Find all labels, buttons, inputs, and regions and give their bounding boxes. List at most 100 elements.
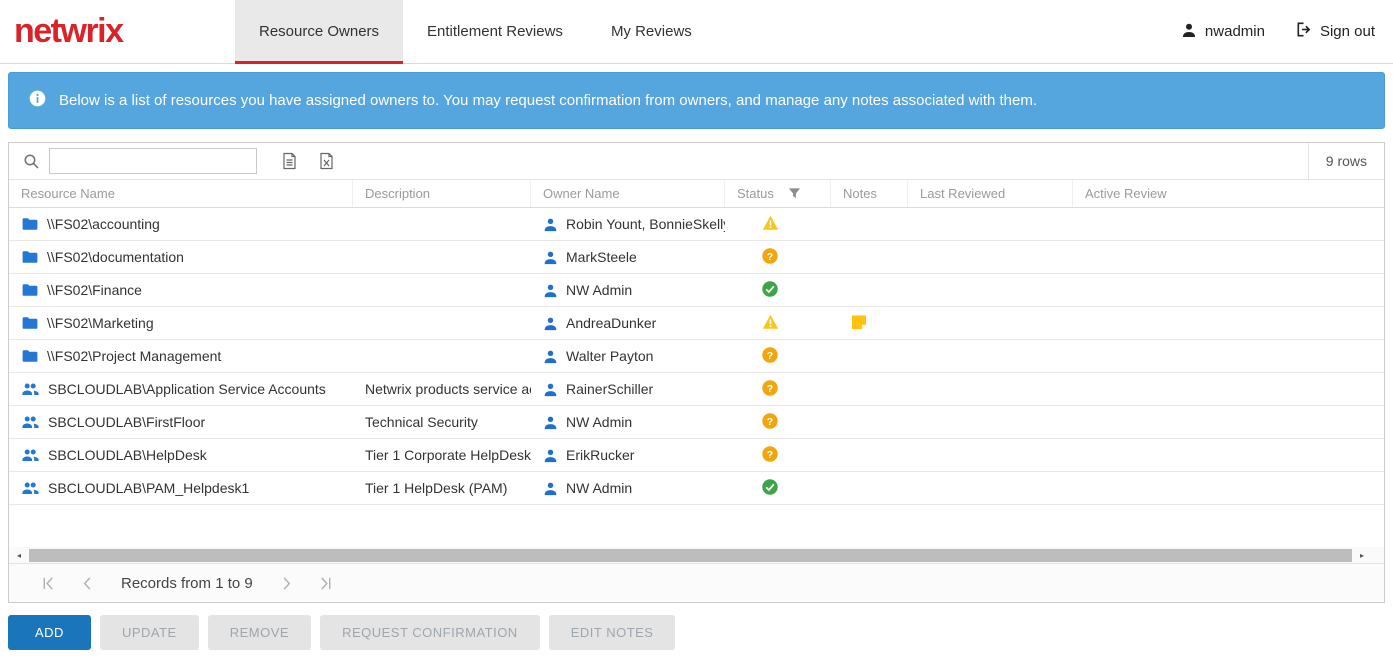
scrollbar-thumb[interactable]	[29, 548, 1352, 562]
owner-name: MarkSteele	[566, 249, 637, 265]
column-label: Resource Name	[21, 186, 115, 201]
resource-description	[353, 340, 531, 372]
grid-toolbar: 9 rows	[9, 143, 1384, 180]
resource-description	[353, 208, 531, 240]
column-header-resource-name[interactable]: Resource Name	[9, 180, 353, 207]
column-header-description[interactable]: Description	[353, 180, 531, 207]
resource-name: SBCLOUDLAB\PAM_Helpdesk1	[48, 480, 250, 496]
column-label: Active Review	[1085, 186, 1167, 201]
column-header-status[interactable]: Status	[725, 180, 831, 207]
update-button[interactable]: UPDATE	[99, 615, 199, 650]
status-check-icon	[762, 478, 778, 498]
group-icon	[22, 480, 39, 496]
table-header-row: Resource Name Description Owner Name Sta…	[9, 180, 1384, 208]
owner-name: ErikRucker	[566, 447, 635, 463]
person-icon	[543, 217, 558, 232]
resource-name: \\FS02\Marketing	[47, 315, 154, 331]
table-row[interactable]: SBCLOUDLAB\Application Service Accounts N…	[9, 373, 1384, 406]
folder-icon	[22, 282, 38, 298]
table-row[interactable]: \\FS02\Project Management Walter Payton?	[9, 340, 1384, 373]
add-button[interactable]: ADD	[8, 615, 91, 650]
column-label: Description	[365, 186, 431, 201]
sign-out-button[interactable]: Sign out	[1295, 21, 1375, 42]
person-icon	[543, 250, 558, 265]
table-row[interactable]: SBCLOUDLAB\PAM_Helpdesk1 Tier 1 HelpDesk …	[9, 472, 1384, 505]
active-review	[1073, 307, 1384, 339]
active-review	[1073, 439, 1384, 471]
edit-notes-button[interactable]: EDIT NOTES	[548, 615, 676, 650]
sign-out-icon	[1295, 21, 1312, 42]
remove-button[interactable]: REMOVE	[207, 615, 312, 650]
username: nwadmin	[1204, 23, 1265, 40]
status-check-icon	[762, 280, 778, 300]
status-question-icon: ?	[762, 346, 778, 366]
active-review	[1073, 373, 1384, 405]
resource-description: Netwrix products service acc	[365, 381, 531, 397]
active-review	[1073, 241, 1384, 273]
scroll-right-arrow-icon[interactable]: ▸	[1354, 547, 1370, 564]
owner-name: Walter Payton	[566, 348, 654, 364]
first-page-button[interactable]	[29, 576, 68, 591]
last-reviewed	[908, 439, 1073, 471]
tab-entitlement-reviews[interactable]: Entitlement Reviews	[403, 0, 587, 63]
scroll-left-arrow-icon[interactable]: ◂	[11, 547, 27, 564]
tab-resource-owners[interactable]: Resource Owners	[235, 0, 404, 64]
svg-text:?: ?	[767, 382, 773, 394]
table-row[interactable]: \\FS02\Finance NW Admin	[9, 274, 1384, 307]
tab-label: My Reviews	[610, 23, 692, 40]
status-question-icon: ?	[762, 247, 778, 267]
user-menu[interactable]: nwadmin	[1181, 22, 1265, 42]
request-confirmation-button[interactable]: REQUEST CONFIRMATION	[320, 615, 540, 650]
last-reviewed	[908, 274, 1073, 306]
grid-panel: 9 rows Resource Name Description Owner N…	[8, 142, 1385, 603]
horizontal-scrollbar[interactable]: ◂ ▸	[9, 547, 1384, 564]
user-icon	[1181, 22, 1197, 42]
export-excel-icon[interactable]	[318, 152, 335, 170]
column-header-owner-name[interactable]: Owner Name	[531, 180, 725, 207]
export-document-icon[interactable]	[281, 152, 298, 170]
note-icon[interactable]	[851, 314, 867, 333]
table-row[interactable]: SBCLOUDLAB\HelpDesk Tier 1 Corporate Help…	[9, 439, 1384, 472]
next-page-button[interactable]	[267, 576, 306, 591]
tab-my-reviews[interactable]: My Reviews	[587, 0, 716, 63]
owner-name: NW Admin	[566, 282, 633, 298]
table-empty-area	[9, 505, 1384, 547]
resource-description: Technical Security	[365, 414, 478, 430]
status-warning-icon	[762, 314, 779, 333]
svg-text:?: ?	[767, 415, 773, 427]
status-warning-icon	[762, 215, 779, 234]
last-page-button[interactable]	[306, 576, 345, 591]
previous-page-button[interactable]	[68, 576, 107, 591]
person-icon	[543, 481, 558, 496]
person-icon	[543, 283, 558, 298]
folder-icon	[22, 348, 38, 364]
info-banner: Below is a list of resources you have as…	[8, 72, 1385, 129]
rows-count: 9 rows	[1307, 143, 1384, 179]
info-icon	[29, 90, 46, 111]
last-reviewed	[908, 406, 1073, 438]
person-icon	[543, 349, 558, 364]
active-review	[1073, 406, 1384, 438]
resource-description: Tier 1 HelpDesk (PAM)	[365, 480, 508, 496]
search-input[interactable]	[49, 148, 257, 174]
action-buttons: ADD UPDATE REMOVE REQUEST CONFIRMATION E…	[8, 615, 1385, 650]
status-question-icon: ?	[762, 445, 778, 465]
owner-name: Robin Yount, BonnieSkelly, Sc	[566, 216, 725, 232]
column-header-active-review[interactable]: Active Review	[1073, 180, 1384, 207]
filter-icon[interactable]	[788, 187, 801, 200]
group-icon	[22, 381, 39, 397]
column-header-last-reviewed[interactable]: Last Reviewed	[908, 180, 1073, 207]
group-icon	[22, 447, 39, 463]
table-row[interactable]: SBCLOUDLAB\FirstFloor Technical Security N…	[9, 406, 1384, 439]
person-icon	[543, 316, 558, 331]
column-header-notes[interactable]: Notes	[831, 180, 908, 207]
table-row[interactable]: \\FS02\Marketing AndreaDunker	[9, 307, 1384, 340]
table-row[interactable]: \\FS02\documentation MarkSteele?	[9, 241, 1384, 274]
table-row[interactable]: \\FS02\accounting Robin Yount, BonnieSkel…	[9, 208, 1384, 241]
last-reviewed	[908, 307, 1073, 339]
group-icon	[22, 414, 39, 430]
owner-name: NW Admin	[566, 414, 633, 430]
last-reviewed	[908, 208, 1073, 240]
owner-name: RainerSchiller	[566, 381, 654, 397]
resource-name: \\FS02\accounting	[47, 216, 160, 232]
